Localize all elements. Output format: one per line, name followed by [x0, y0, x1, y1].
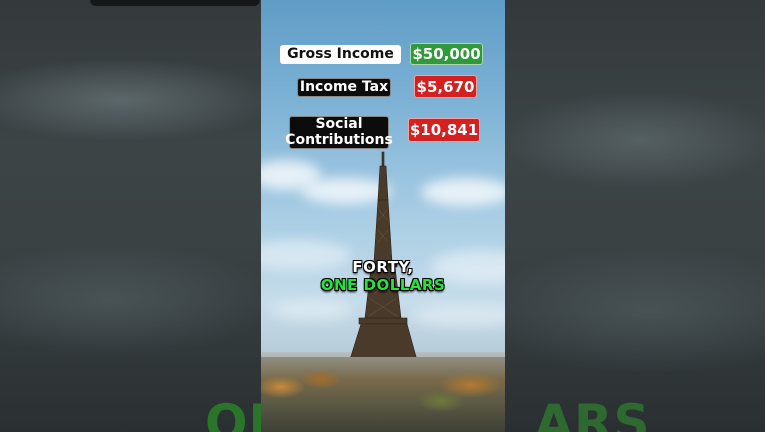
screen: ON ARS Gross Income $50,000 Income Tax $… [0, 0, 765, 432]
background-caption-right: ARS [534, 394, 651, 432]
social-contributions-label-line2: Contributions [285, 131, 393, 148]
income-tax-amount: $5,670 [414, 75, 477, 98]
city-ground [261, 357, 505, 432]
social-contributions-label: Social Contributions [285, 116, 393, 149]
video-frame[interactable]: Gross Income $50,000 Income Tax $5,670 S… [261, 0, 505, 432]
gross-income-amount: $50,000 [410, 43, 483, 65]
social-contributions-amount: $10,841 [408, 118, 480, 142]
caption-line-1: FORTY, [352, 258, 414, 276]
caption-line-2: ONE DOLLARS [320, 276, 446, 294]
background-top-bar [90, 0, 260, 6]
social-contributions-label-line1: Social [315, 116, 363, 133]
gross-income-label: Gross Income [280, 45, 401, 64]
income-tax-label: Income Tax [297, 78, 391, 97]
